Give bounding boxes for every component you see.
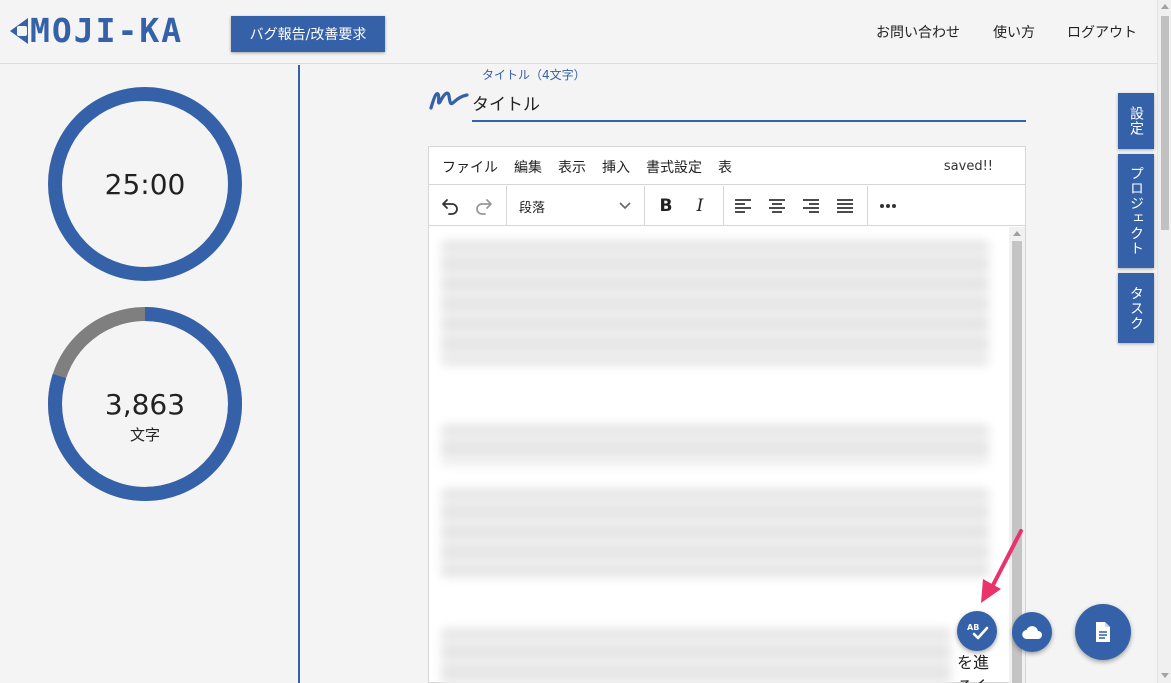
menu-format[interactable]: 書式設定 bbox=[646, 157, 702, 177]
document-button[interactable] bbox=[1075, 604, 1131, 660]
pen-stroke-icon bbox=[429, 91, 469, 110]
blurred-paragraph bbox=[441, 489, 989, 577]
logo[interactable]: MOJI-KA bbox=[10, 14, 183, 48]
menu-insert[interactable]: 挿入 bbox=[602, 157, 630, 177]
align-left-icon[interactable] bbox=[730, 194, 756, 218]
panel-divider bbox=[298, 65, 300, 683]
timer-ring[interactable]: 25:00 bbox=[47, 86, 243, 282]
undo-icon[interactable] bbox=[437, 194, 463, 218]
title-input[interactable] bbox=[472, 84, 1026, 122]
toolbar-separator bbox=[723, 186, 724, 225]
window-scrollbar[interactable] bbox=[1157, 0, 1171, 683]
scroll-up-icon[interactable] bbox=[1013, 231, 1021, 236]
timer-text: 25:00 bbox=[104, 168, 186, 201]
align-justify-icon[interactable] bbox=[832, 194, 858, 218]
more-icon[interactable] bbox=[875, 194, 901, 218]
menu-edit[interactable]: 編集 bbox=[514, 157, 542, 177]
tab-settings[interactable]: 設定 bbox=[1118, 93, 1154, 149]
nav-howto-link[interactable]: 使い方 bbox=[993, 22, 1035, 42]
tab-task[interactable]: タスク bbox=[1118, 273, 1154, 343]
editor-menubar: ファイル 編集 表示 挿入 書式設定 表 saved!! bbox=[429, 147, 1025, 185]
align-center-icon[interactable] bbox=[764, 194, 790, 218]
blurred-paragraph bbox=[441, 425, 989, 465]
visible-text-fragment: を進 ろく bbox=[957, 651, 989, 683]
chevron-down-icon bbox=[619, 202, 631, 210]
tab-project[interactable]: プロジェクト bbox=[1118, 154, 1154, 268]
spellcheck-button[interactable]: AB bbox=[957, 611, 997, 651]
menu-file[interactable]: ファイル bbox=[442, 157, 498, 177]
title-label: タイトル（4文字） bbox=[482, 68, 586, 82]
editor-content[interactable] bbox=[429, 227, 1009, 683]
nav-contact-link[interactable]: お問い合わせ bbox=[876, 22, 960, 42]
svg-text:AB: AB bbox=[967, 623, 979, 632]
save-status: saved!! bbox=[943, 159, 993, 174]
app-header: MOJI-KA バグ報告/改善要求 お問い合わせ 使い方 ログアウト bbox=[0, 0, 1157, 64]
char-count-unit: 文字 bbox=[129, 426, 160, 444]
block-format-select[interactable]: 段落 bbox=[509, 194, 637, 218]
scroll-up-icon[interactable] bbox=[1161, 4, 1169, 9]
cloud-icon bbox=[1022, 626, 1042, 640]
scrollbar-thumb[interactable] bbox=[1161, 16, 1169, 230]
rich-text-editor: ファイル 編集 表示 挿入 書式設定 表 saved!! 段落 B I を進 bbox=[428, 146, 1026, 683]
scroll-down-icon[interactable] bbox=[1161, 673, 1169, 678]
blurred-paragraph bbox=[441, 629, 951, 683]
bug-report-button[interactable]: バグ報告/改善要求 bbox=[231, 16, 385, 52]
spellcheck-icon: AB bbox=[967, 623, 989, 640]
char-count-number: 3,863 bbox=[104, 388, 186, 421]
editor-toolbar: 段落 B I bbox=[429, 186, 1025, 226]
document-icon bbox=[1096, 622, 1110, 642]
text-line: を進 bbox=[957, 653, 990, 672]
char-count-ring: 3,863 文字 bbox=[47, 306, 243, 502]
logo-text: MOJI-KA bbox=[30, 11, 184, 50]
italic-button[interactable]: I bbox=[687, 194, 713, 218]
text-line: ろく bbox=[957, 675, 989, 683]
menu-view[interactable]: 表示 bbox=[558, 157, 586, 177]
toolbar-separator bbox=[506, 186, 507, 225]
blurred-paragraph bbox=[441, 241, 989, 365]
annotation-arrow-icon bbox=[981, 529, 1023, 603]
toolbar-separator bbox=[644, 186, 645, 225]
menu-table[interactable]: 表 bbox=[718, 157, 732, 177]
nav-logout-link[interactable]: ログアウト bbox=[1067, 22, 1137, 42]
align-right-icon[interactable] bbox=[798, 194, 824, 218]
redo-icon[interactable] bbox=[471, 194, 497, 218]
logo-arrow-icon bbox=[10, 18, 28, 44]
cloud-save-button[interactable] bbox=[1012, 612, 1052, 652]
block-format-value: 段落 bbox=[519, 200, 546, 216]
bold-button[interactable]: B bbox=[653, 194, 679, 218]
toolbar-separator bbox=[867, 186, 868, 225]
